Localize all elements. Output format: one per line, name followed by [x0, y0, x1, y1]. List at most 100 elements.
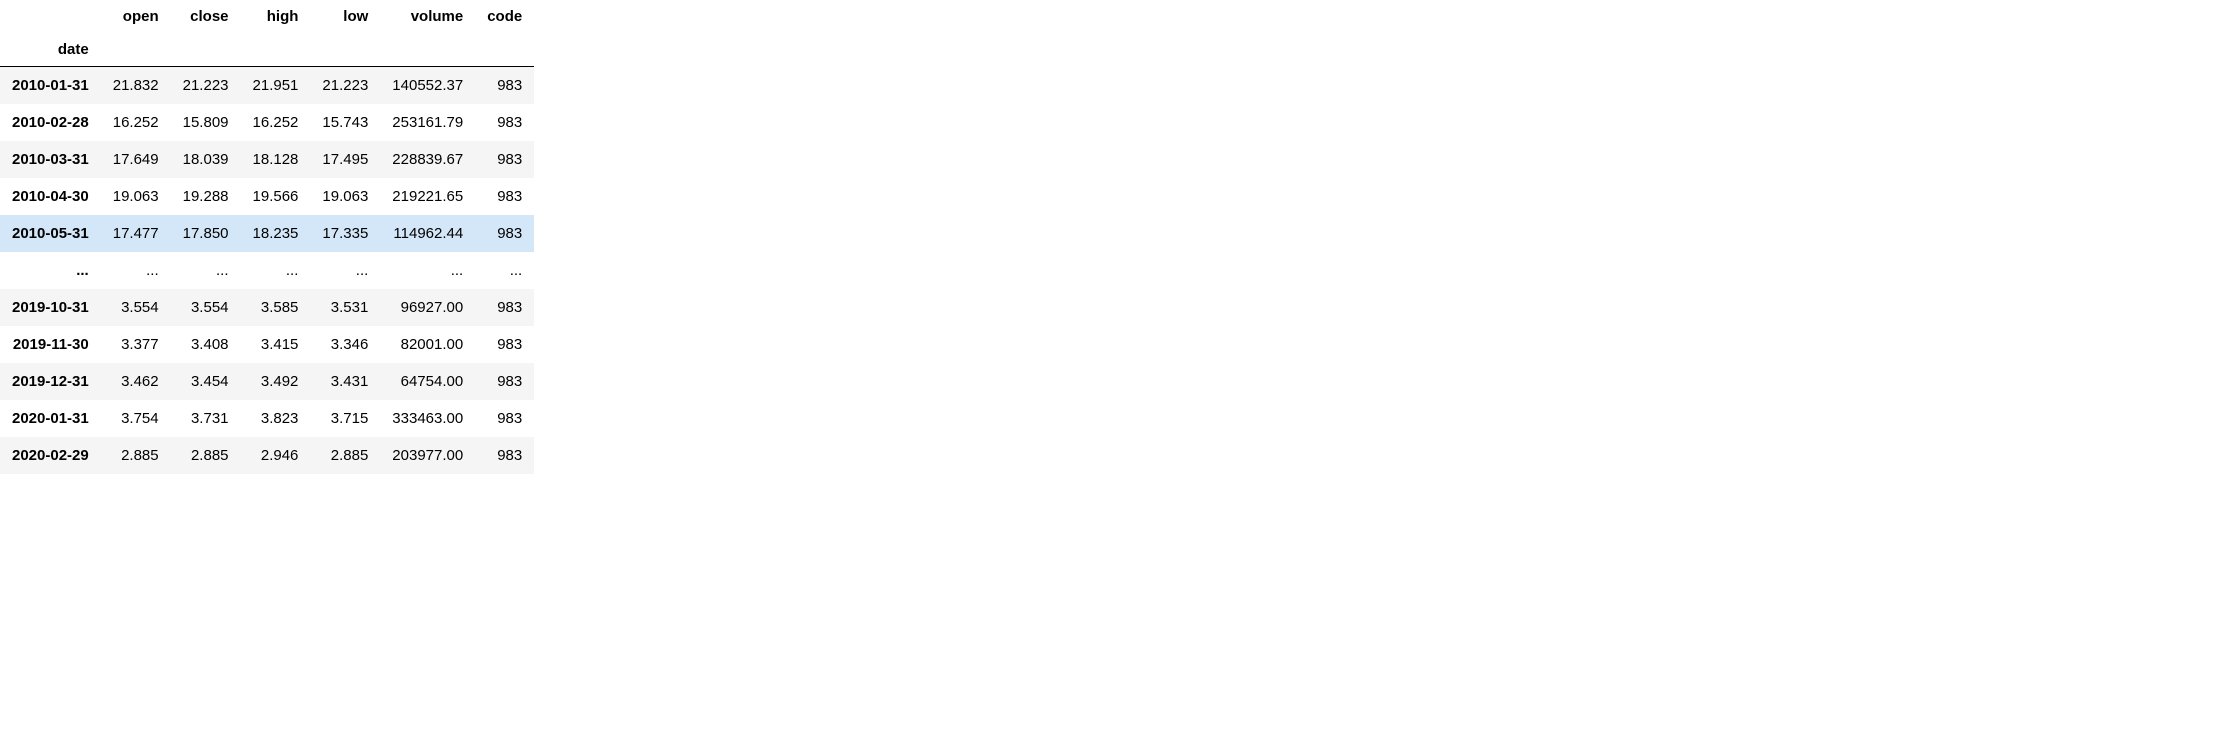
cell: 3.431 — [310, 363, 380, 400]
table-row: 2019-12-313.4623.4543.4923.43164754.0098… — [0, 363, 534, 400]
row-index: 2010-03-31 — [0, 141, 101, 178]
cell: 983 — [475, 437, 534, 474]
cell: 983 — [475, 326, 534, 363]
cell: 333463.00 — [380, 400, 475, 437]
cell: 21.223 — [171, 67, 241, 105]
cell: 21.951 — [241, 67, 311, 105]
cell: 3.585 — [241, 289, 311, 326]
cell: 16.252 — [101, 104, 171, 141]
cell: 82001.00 — [380, 326, 475, 363]
cell: ... — [475, 252, 534, 289]
table-row: 2020-02-292.8852.8852.9462.885203977.009… — [0, 437, 534, 474]
blank-header — [0, 0, 101, 33]
cell: 3.715 — [310, 400, 380, 437]
cell: 15.743 — [310, 104, 380, 141]
cell: 219221.65 — [380, 178, 475, 215]
col-header-volume: volume — [380, 0, 475, 33]
cell: 983 — [475, 363, 534, 400]
table-row: 2010-02-2816.25215.80916.25215.743253161… — [0, 104, 534, 141]
cell: 983 — [475, 104, 534, 141]
cell: 21.223 — [310, 67, 380, 105]
cell: 2.885 — [101, 437, 171, 474]
cell: 3.492 — [241, 363, 311, 400]
row-index: ... — [0, 252, 101, 289]
cell: 203977.00 — [380, 437, 475, 474]
cell: 228839.67 — [380, 141, 475, 178]
col-header-low: low — [310, 0, 380, 33]
table-row: 2019-10-313.5543.5543.5853.53196927.0098… — [0, 289, 534, 326]
row-index: 2010-04-30 — [0, 178, 101, 215]
table-row: 2010-04-3019.06319.28819.56619.063219221… — [0, 178, 534, 215]
cell: 2.885 — [310, 437, 380, 474]
cell: 3.531 — [310, 289, 380, 326]
cell: 3.462 — [101, 363, 171, 400]
cell: 19.063 — [101, 178, 171, 215]
cell: 3.408 — [171, 326, 241, 363]
cell: 983 — [475, 289, 534, 326]
cell: 3.377 — [101, 326, 171, 363]
cell: 114962.44 — [380, 215, 475, 252]
col-header-high: high — [241, 0, 311, 33]
table-row: 2010-05-3117.47717.85018.23517.335114962… — [0, 215, 534, 252]
row-index: 2020-02-29 — [0, 437, 101, 474]
index-name-row: date — [0, 33, 534, 67]
cell: 3.554 — [171, 289, 241, 326]
table-header: open close high low volume code date — [0, 0, 534, 67]
cell: 16.252 — [241, 104, 311, 141]
table-row: 2010-03-3117.64918.03918.12817.495228839… — [0, 141, 534, 178]
row-index: 2020-01-31 — [0, 400, 101, 437]
cell: 2.946 — [241, 437, 311, 474]
cell: 253161.79 — [380, 104, 475, 141]
cell: 983 — [475, 215, 534, 252]
cell: 983 — [475, 178, 534, 215]
cell: ... — [241, 252, 311, 289]
cell: 18.128 — [241, 141, 311, 178]
table-body: 2010-01-3121.83221.22321.95121.223140552… — [0, 67, 534, 475]
cell: 18.235 — [241, 215, 311, 252]
cell: 96927.00 — [380, 289, 475, 326]
row-index: 2019-12-31 — [0, 363, 101, 400]
cell: 3.346 — [310, 326, 380, 363]
cell: 17.477 — [101, 215, 171, 252]
cell: 15.809 — [171, 104, 241, 141]
cell: 17.850 — [171, 215, 241, 252]
cell: ... — [380, 252, 475, 289]
cell: 19.288 — [171, 178, 241, 215]
col-header-close: close — [171, 0, 241, 33]
cell: 2.885 — [171, 437, 241, 474]
cell: 19.063 — [310, 178, 380, 215]
cell: 3.731 — [171, 400, 241, 437]
table-row: 2010-01-3121.83221.22321.95121.223140552… — [0, 67, 534, 105]
cell: 21.832 — [101, 67, 171, 105]
cell: 3.754 — [101, 400, 171, 437]
table-row: 2019-11-303.3773.4083.4153.34682001.0098… — [0, 326, 534, 363]
row-index: 2010-05-31 — [0, 215, 101, 252]
table-row: 2020-01-313.7543.7313.8233.715333463.009… — [0, 400, 534, 437]
cell: 983 — [475, 67, 534, 105]
cell: ... — [310, 252, 380, 289]
row-index: 2010-01-31 — [0, 67, 101, 105]
cell: 3.823 — [241, 400, 311, 437]
col-header-code: code — [475, 0, 534, 33]
cell: 17.495 — [310, 141, 380, 178]
cell: 64754.00 — [380, 363, 475, 400]
cell: 3.454 — [171, 363, 241, 400]
row-index: 2019-10-31 — [0, 289, 101, 326]
column-header-row: open close high low volume code — [0, 0, 534, 33]
cell: 17.649 — [101, 141, 171, 178]
cell: 983 — [475, 400, 534, 437]
cell: 3.554 — [101, 289, 171, 326]
cell: ... — [171, 252, 241, 289]
row-index: 2010-02-28 — [0, 104, 101, 141]
cell: 140552.37 — [380, 67, 475, 105]
cell: 19.566 — [241, 178, 311, 215]
cell: 18.039 — [171, 141, 241, 178]
cell: 983 — [475, 141, 534, 178]
table-row: ..................... — [0, 252, 534, 289]
index-name: date — [0, 33, 101, 67]
row-index: 2019-11-30 — [0, 326, 101, 363]
cell: ... — [101, 252, 171, 289]
col-header-open: open — [101, 0, 171, 33]
dataframe-table: open close high low volume code date 201… — [0, 0, 534, 474]
cell: 3.415 — [241, 326, 311, 363]
